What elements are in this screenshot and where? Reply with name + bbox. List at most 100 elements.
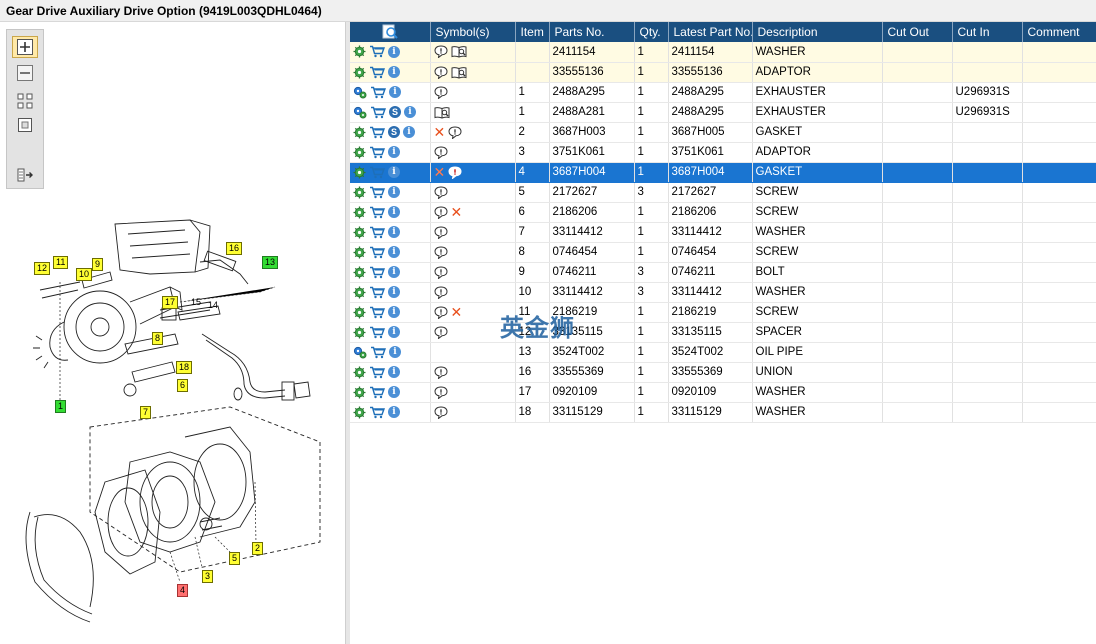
cart-icon[interactable] bbox=[369, 386, 385, 399]
latest-part-no-cell[interactable]: 2172627 bbox=[668, 182, 753, 203]
cart-icon[interactable] bbox=[370, 106, 386, 119]
comment-icon[interactable] bbox=[433, 285, 448, 299]
table-row[interactable]: i 16 33555369 1 33555369 UNION bbox=[350, 362, 1096, 383]
part-no-cell[interactable]: 2186219 bbox=[549, 302, 635, 323]
cart-icon[interactable] bbox=[369, 186, 385, 199]
latest-part-no-cell[interactable]: 3524T002 bbox=[668, 342, 753, 363]
info-icon[interactable]: i bbox=[388, 386, 400, 398]
latest-part-no-cell[interactable]: 2488A295 bbox=[668, 102, 753, 123]
comment-icon[interactable] bbox=[433, 305, 448, 319]
cart-icon[interactable] bbox=[369, 45, 385, 58]
manual-lookup-icon[interactable] bbox=[451, 45, 467, 58]
latest-part-no-cell[interactable]: 0746211 bbox=[668, 262, 753, 283]
table-row[interactable]: Si 1 2488A281 1 2488A295 EXHAUSTER U2969… bbox=[350, 102, 1096, 123]
column-header-description[interactable]: Description bbox=[752, 22, 883, 42]
part-no-cell[interactable]: 2411154 bbox=[549, 42, 635, 63]
remove-icon[interactable]: ✕ bbox=[434, 125, 446, 139]
callout-11[interactable]: 11 bbox=[53, 256, 69, 269]
cart-icon[interactable] bbox=[369, 366, 385, 379]
table-row[interactable]: i ✕ 6 2186206 1 2186206 SCREW bbox=[350, 202, 1096, 223]
info-icon[interactable]: i bbox=[388, 66, 400, 78]
table-row[interactable]: i 3 3751K061 1 3751K061 ADAPTOR bbox=[350, 142, 1096, 163]
gear-icon[interactable] bbox=[353, 246, 366, 259]
manual-lookup-icon[interactable] bbox=[451, 66, 467, 79]
gear-icon[interactable] bbox=[353, 386, 366, 399]
table-row[interactable]: i 13 3524T002 1 3524T002 OIL PIPE bbox=[350, 342, 1096, 363]
cart-icon[interactable] bbox=[369, 226, 385, 239]
gear-icon[interactable] bbox=[353, 286, 366, 299]
latest-part-no-cell[interactable]: 33555136 bbox=[668, 62, 753, 83]
callout-2[interactable]: 2 bbox=[252, 542, 264, 555]
cart-icon[interactable] bbox=[369, 406, 385, 419]
part-no-cell[interactable]: 3524T002 bbox=[549, 342, 635, 363]
latest-part-no-cell[interactable]: 3687H005 bbox=[668, 122, 753, 143]
callout-9[interactable]: 9 bbox=[92, 258, 104, 271]
gear-icon[interactable] bbox=[353, 306, 366, 319]
column-header-cut-in[interactable]: Cut In bbox=[952, 22, 1023, 42]
info-icon[interactable]: i bbox=[404, 106, 416, 118]
info-icon[interactable]: i bbox=[388, 326, 400, 338]
cart-icon[interactable] bbox=[369, 326, 385, 339]
remove-icon[interactable]: ✕ bbox=[434, 165, 446, 179]
comment-icon[interactable] bbox=[433, 365, 448, 379]
callout-17[interactable]: 17 bbox=[162, 296, 179, 309]
latest-part-no-cell[interactable]: 2186206 bbox=[668, 202, 753, 223]
cart-icon[interactable] bbox=[369, 146, 385, 159]
part-no-cell[interactable]: 33114412 bbox=[549, 222, 635, 243]
table-row[interactable]: i 5 2172627 3 2172627 SCREW bbox=[350, 182, 1096, 203]
gear-icon[interactable] bbox=[353, 226, 366, 239]
table-row[interactable]: Si ✕ 2 3687H003 1 3687H005 GASKET bbox=[350, 122, 1096, 143]
callout-15[interactable]: 15 bbox=[188, 296, 204, 309]
info-icon[interactable]: i bbox=[388, 146, 400, 158]
part-no-cell[interactable]: 0746454 bbox=[549, 242, 635, 263]
gear-icon[interactable] bbox=[353, 186, 366, 199]
part-no-cell[interactable]: 3687H003 bbox=[549, 122, 635, 143]
column-header-actions[interactable] bbox=[350, 22, 431, 42]
column-header-parts-no[interactable]: Parts No. bbox=[549, 22, 635, 42]
part-no-cell[interactable]: 33555369 bbox=[549, 362, 635, 383]
comment-icon[interactable] bbox=[433, 265, 448, 279]
comment-icon[interactable] bbox=[433, 185, 448, 199]
gear-icon[interactable] bbox=[353, 45, 366, 58]
latest-part-no-cell[interactable]: 3751K061 bbox=[668, 142, 753, 163]
cart-icon[interactable] bbox=[369, 66, 385, 79]
info-icon[interactable]: i bbox=[389, 86, 401, 98]
remove-icon[interactable]: ✕ bbox=[451, 205, 463, 219]
gear-icon[interactable] bbox=[353, 406, 366, 419]
latest-part-no-cell[interactable]: 33114412 bbox=[668, 222, 753, 243]
part-no-cell[interactable]: 3751K061 bbox=[549, 142, 635, 163]
info-icon[interactable]: i bbox=[388, 286, 400, 298]
table-row[interactable]: i ✕ 4 3687H004 1 3687H004 GASKET bbox=[350, 162, 1096, 183]
cart-icon[interactable] bbox=[369, 166, 385, 179]
multi-gear-icon[interactable] bbox=[353, 86, 367, 99]
column-header-qty[interactable]: Qty. bbox=[634, 22, 669, 42]
callout-13[interactable]: 13 bbox=[262, 256, 279, 269]
comment-icon[interactable] bbox=[433, 325, 448, 339]
part-no-cell[interactable]: 33135115 bbox=[549, 322, 635, 343]
latest-part-no-cell[interactable]: 33114412 bbox=[668, 282, 753, 303]
cart-icon[interactable] bbox=[369, 266, 385, 279]
comment-icon[interactable] bbox=[433, 405, 448, 419]
info-icon[interactable]: i bbox=[403, 126, 415, 138]
part-no-cell[interactable]: 0746211 bbox=[549, 262, 635, 283]
zoom-out-button[interactable] bbox=[12, 62, 38, 84]
table-row[interactable]: i 8 0746454 1 0746454 SCREW bbox=[350, 242, 1096, 263]
latest-part-no-cell[interactable]: 33555369 bbox=[668, 362, 753, 383]
cart-icon[interactable] bbox=[369, 246, 385, 259]
column-header-comment[interactable]: Comment bbox=[1022, 22, 1096, 42]
part-no-cell[interactable]: 0920109 bbox=[549, 382, 635, 403]
gear-icon[interactable] bbox=[353, 266, 366, 279]
comment-icon[interactable] bbox=[448, 125, 462, 139]
part-no-cell[interactable]: 2488A295 bbox=[549, 82, 635, 103]
gear-icon[interactable] bbox=[353, 66, 366, 79]
column-header-latest-part-no[interactable]: Latest Part No. bbox=[668, 22, 753, 42]
comment-icon[interactable] bbox=[433, 385, 448, 399]
comment-icon[interactable] bbox=[433, 65, 448, 79]
table-row[interactable]: i 10 33114412 3 33114412 WASHER bbox=[350, 282, 1096, 303]
part-no-cell[interactable]: 2186206 bbox=[549, 202, 635, 223]
callout-10[interactable]: 10 bbox=[76, 268, 93, 281]
manual-lookup-icon[interactable] bbox=[434, 106, 450, 119]
gear-icon[interactable] bbox=[353, 126, 366, 139]
gear-icon[interactable] bbox=[353, 326, 366, 339]
latest-part-no-cell[interactable]: 2488A295 bbox=[668, 82, 753, 103]
